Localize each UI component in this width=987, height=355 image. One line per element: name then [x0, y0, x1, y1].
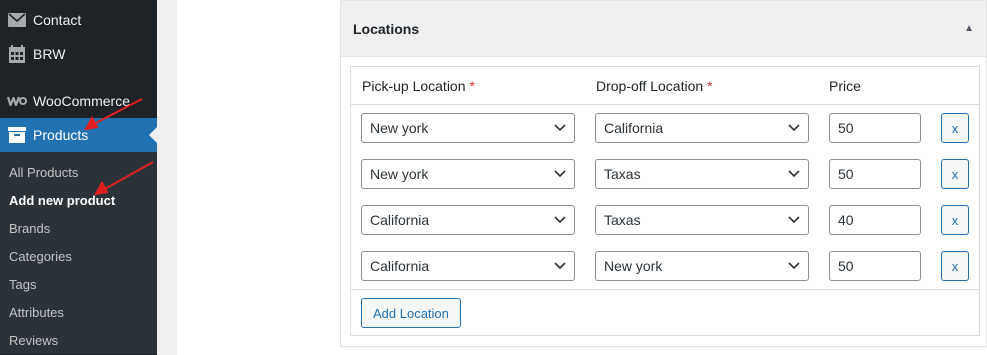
chevron-down-icon [788, 124, 800, 132]
table-row: New york Taxas 50 x [351, 151, 979, 197]
pickup-select[interactable]: New york [361, 159, 575, 189]
price-input[interactable]: 50 [829, 113, 921, 143]
dropoff-select-value: Taxas [604, 212, 641, 228]
price-input[interactable]: 40 [829, 205, 921, 235]
dropoff-select[interactable]: California [595, 113, 809, 143]
chevron-down-icon [554, 124, 566, 132]
pickup-header-label: Pick-up Location [362, 78, 466, 94]
sidebar-item-label: Products [33, 127, 89, 143]
remove-row-button[interactable]: x [941, 251, 969, 281]
submenu-item-brands[interactable]: Brands [0, 214, 157, 242]
dropoff-select[interactable]: New york [595, 251, 809, 281]
pickup-select-value: California [370, 212, 430, 228]
calendar-icon [7, 44, 27, 64]
dropoff-select-value: Taxas [604, 166, 641, 182]
table-row: California Taxas 40 x [351, 197, 979, 243]
chevron-down-icon [554, 262, 566, 270]
remove-row-button[interactable]: x [941, 159, 969, 189]
chevron-down-icon [788, 170, 800, 178]
submenu-item-all-products[interactable]: All Products [0, 158, 157, 186]
pickup-select-value: New york [370, 120, 429, 136]
sidebar-item-label: Contact [33, 12, 82, 28]
products-submenu: All Products Add new product Brands Cate… [0, 152, 157, 354]
sidebar-item-brw[interactable]: BRW [0, 37, 157, 71]
submenu-item-tags[interactable]: Tags [0, 270, 157, 298]
pickup-select[interactable]: California [361, 205, 575, 235]
table-header: Pick-up Location * Drop-off Location * Pri… [351, 67, 979, 105]
submenu-item-reviews[interactable]: Reviews [0, 326, 157, 354]
archive-icon [7, 125, 27, 145]
sidebar-item-label: BRW [33, 46, 66, 62]
submenu-item-categories[interactable]: Categories [0, 242, 157, 270]
dropoff-select[interactable]: Taxas [595, 205, 809, 235]
remove-row-button[interactable]: x [941, 205, 969, 235]
dropoff-select-value: California [604, 120, 664, 136]
chevron-down-icon [554, 170, 566, 178]
pickup-header: Pick-up Location * [362, 78, 475, 94]
chevron-down-icon [554, 216, 566, 224]
submenu-item-attributes[interactable]: Attributes [0, 298, 157, 326]
price-input[interactable]: 50 [829, 251, 921, 281]
sidebar-item-woocommerce[interactable]: WooCommerce [0, 84, 157, 118]
locations-table: Pick-up Location * Drop-off Location * Pri… [350, 66, 980, 336]
admin-sidebar: Contact BRW WooCommerce Products All Pro… [0, 0, 157, 355]
required-mark: * [469, 78, 475, 94]
required-mark: * [707, 78, 713, 94]
pickup-select-value: California [370, 258, 430, 274]
postbox-title: Locations [353, 20, 420, 37]
sidebar-item-products[interactable]: Products [0, 118, 157, 152]
collapse-toggle-icon[interactable]: ▲ [964, 23, 974, 34]
table-footer: Add Location [351, 289, 979, 337]
pickup-select[interactable]: New york [361, 113, 575, 143]
price-input[interactable]: 50 [829, 159, 921, 189]
sidebar-item-contact[interactable]: Contact [0, 3, 157, 37]
postbox-header[interactable]: Locations ▲ [341, 1, 986, 57]
remove-row-button[interactable]: x [941, 113, 969, 143]
sidebar-item-label: WooCommerce [33, 93, 130, 109]
pickup-select[interactable]: California [361, 251, 575, 281]
woocommerce-icon [7, 91, 27, 111]
chevron-down-icon [788, 216, 800, 224]
table-row: New york California 50 x [351, 105, 979, 151]
mail-icon [7, 10, 27, 30]
dropoff-header-label: Drop-off Location [596, 78, 704, 94]
table-row: California New york 50 x [351, 243, 979, 289]
chevron-down-icon [788, 262, 800, 270]
dropoff-header: Drop-off Location * [596, 78, 713, 94]
dropoff-select-value: New york [604, 258, 663, 274]
add-location-button[interactable]: Add Location [361, 298, 461, 328]
submenu-item-add-new-product[interactable]: Add new product [0, 186, 157, 214]
dropoff-select[interactable]: Taxas [595, 159, 809, 189]
pickup-select-value: New york [370, 166, 429, 182]
price-header: Price [829, 78, 861, 94]
